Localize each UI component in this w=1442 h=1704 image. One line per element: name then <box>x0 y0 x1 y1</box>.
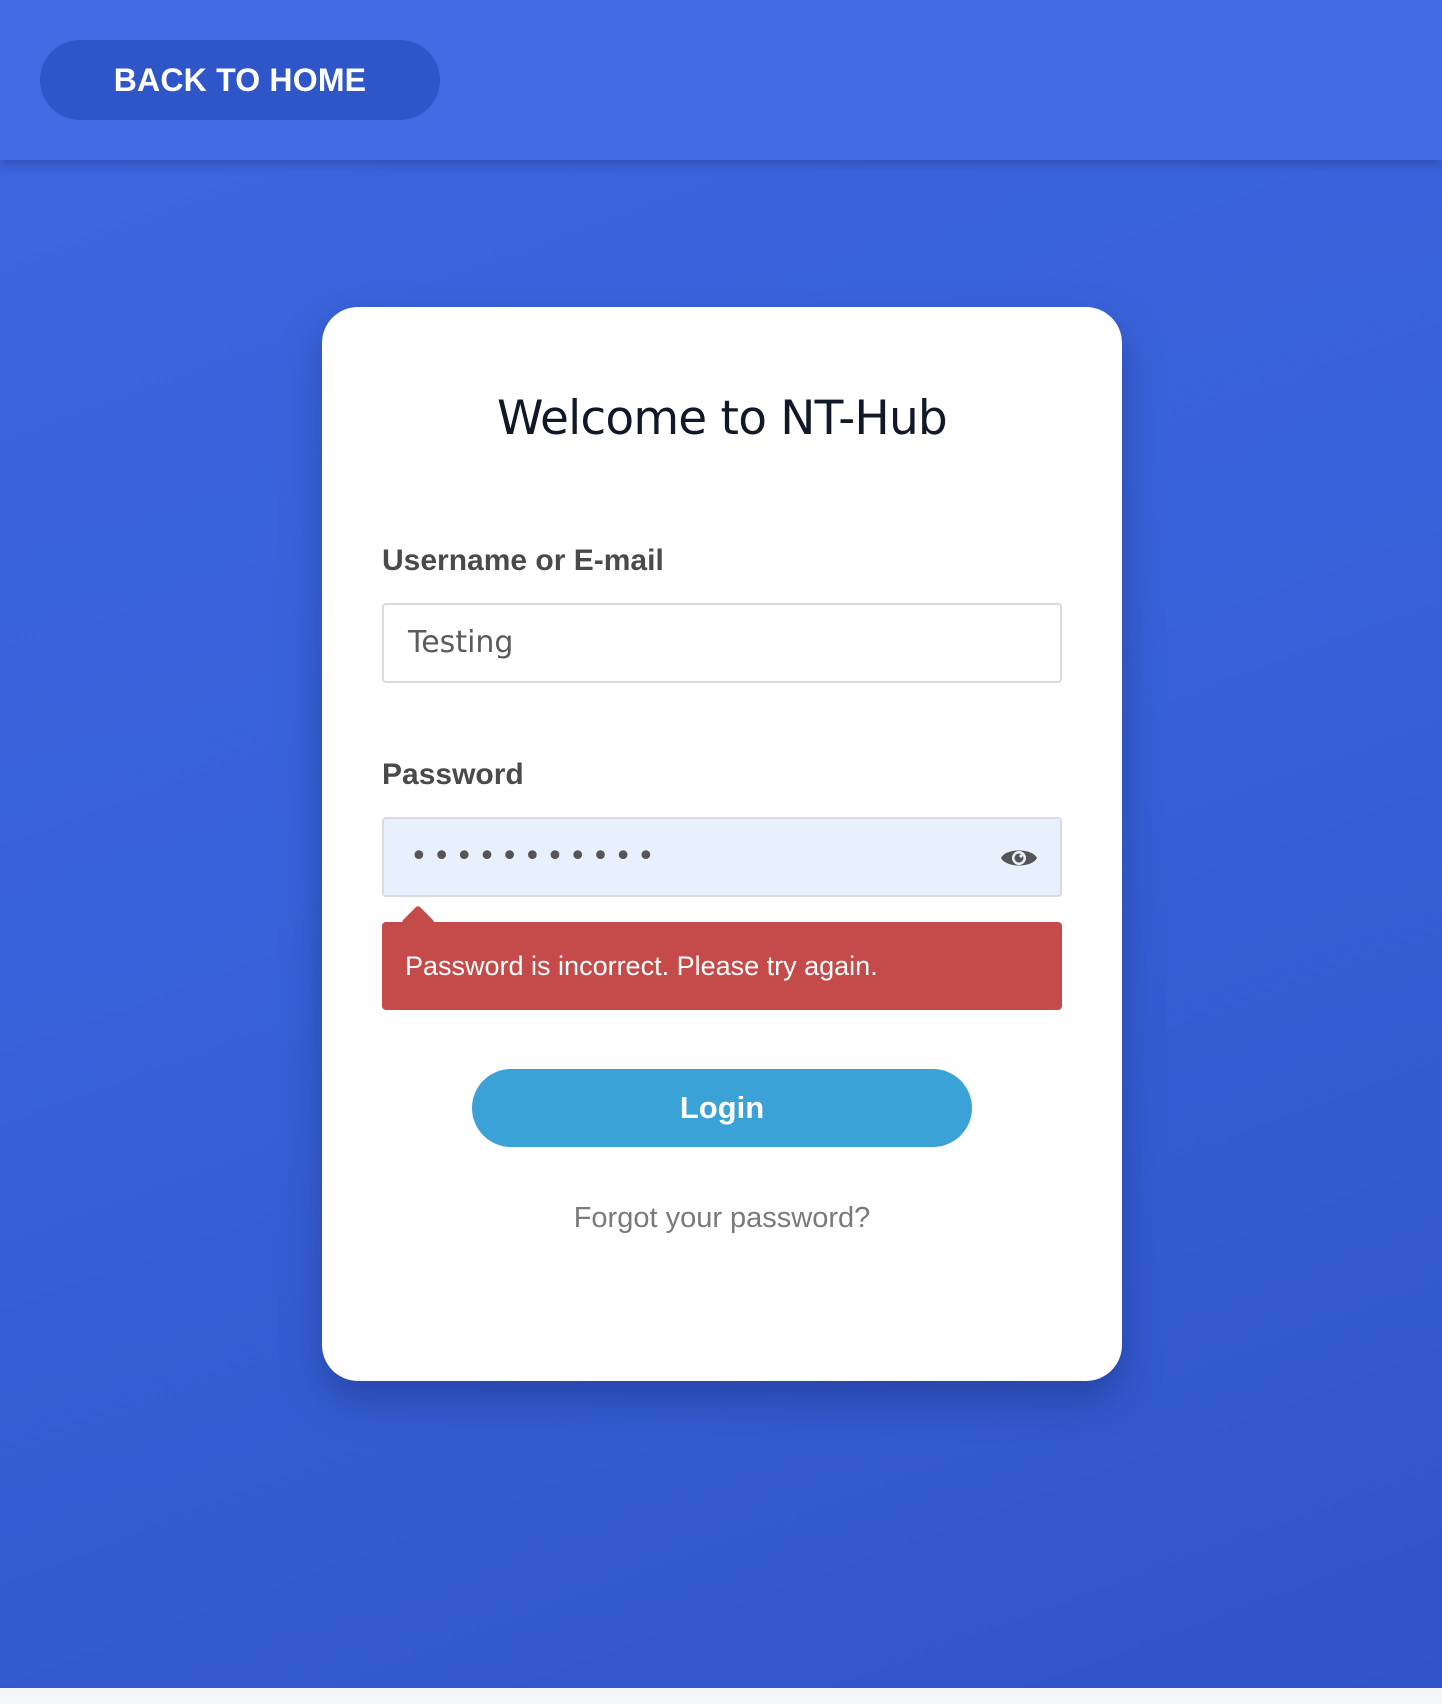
password-error-message: Password is incorrect. Please try again. <box>382 905 1062 1010</box>
eye-icon[interactable] <box>1000 845 1038 871</box>
page-background: BACK TO HOME Welcome to NT-Hub Username … <box>0 0 1442 1688</box>
username-input[interactable]: Testing <box>382 603 1062 683</box>
error-pointer <box>401 905 435 939</box>
password-masked-value: ••••••••••• <box>410 839 660 874</box>
login-card: Welcome to NT-Hub Username or E-mail Tes… <box>322 307 1122 1381</box>
username-label: Username or E-mail <box>382 544 664 577</box>
password-label: Password <box>382 758 524 791</box>
login-button[interactable]: Login <box>472 1069 972 1147</box>
top-bar: BACK TO HOME <box>0 0 1442 160</box>
password-input[interactable]: ••••••••••• <box>382 817 1062 897</box>
back-to-home-button[interactable]: BACK TO HOME <box>40 40 440 120</box>
forgot-password-link[interactable]: Forgot your password? <box>322 1202 1122 1235</box>
error-text: Password is incorrect. Please try again. <box>405 951 878 981</box>
page-title: Welcome to NT-Hub <box>497 391 948 446</box>
